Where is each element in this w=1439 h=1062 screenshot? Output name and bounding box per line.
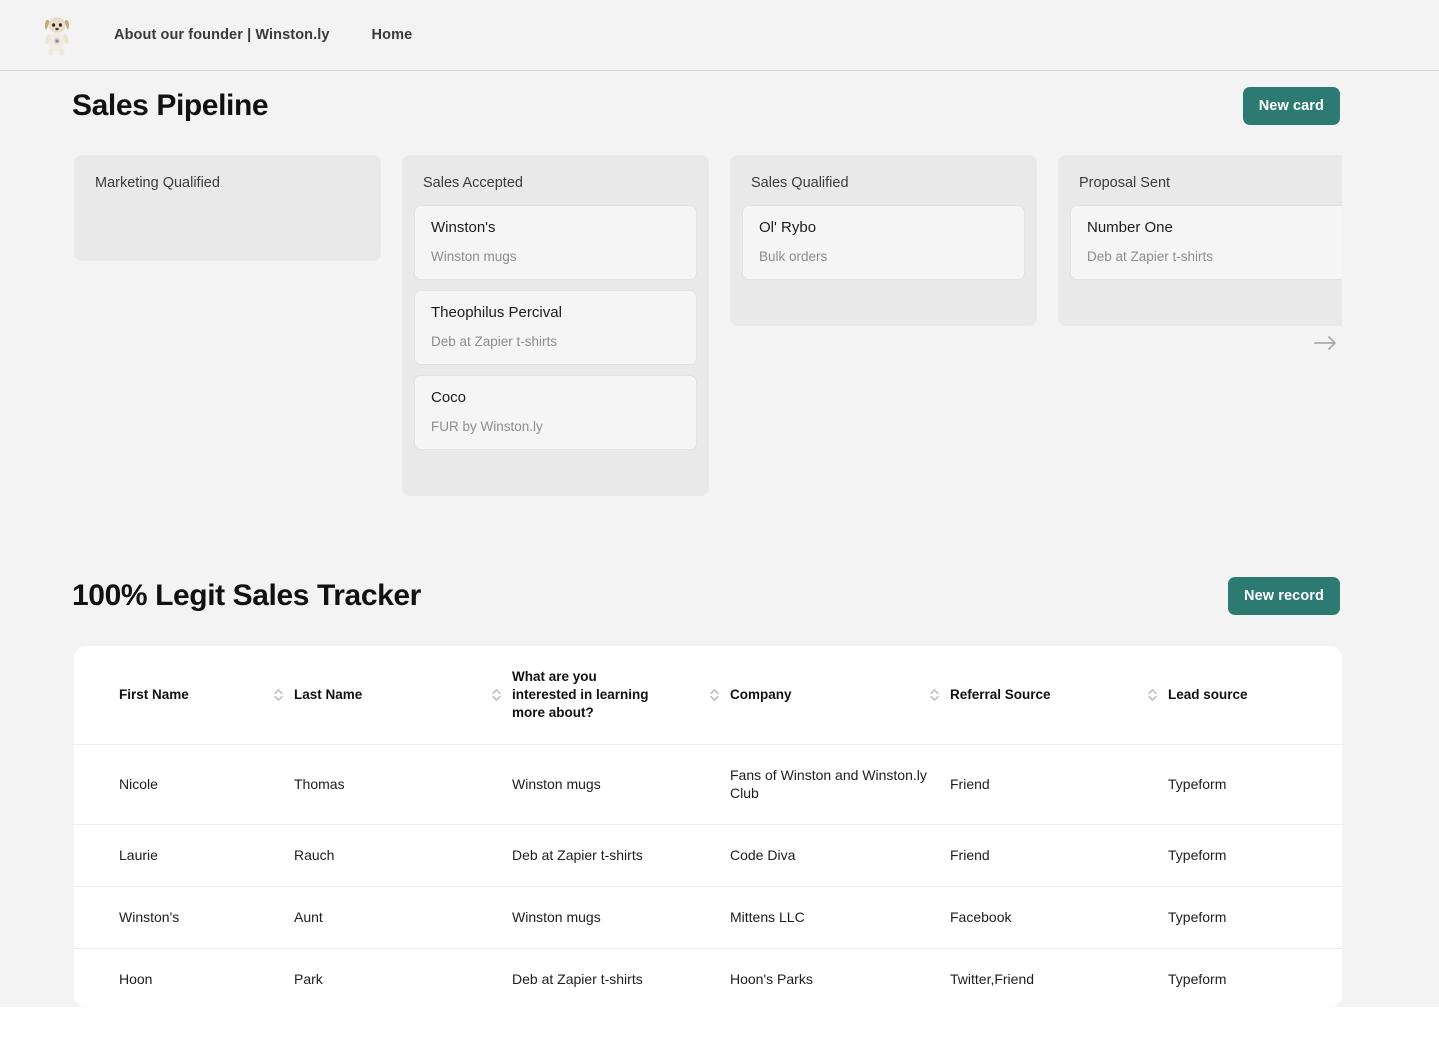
cell-last-name: Rauch — [294, 824, 512, 887]
column-header-label: What are you interested in learning more… — [512, 669, 649, 720]
pipeline-column-title: Proposal Sent — [1079, 175, 1171, 191]
column-header-label: Referral Source — [950, 686, 1051, 702]
column-header-label: Company — [730, 686, 792, 702]
table-row[interactable]: Laurie Rauch Deb at Zapier t-shirts Code… — [74, 824, 1342, 887]
pipeline-card[interactable]: Winston's Winston mugs — [414, 205, 697, 280]
pipeline-card-title: Winston's — [431, 219, 496, 236]
pipeline-card-title: Coco — [431, 389, 467, 406]
pipeline-column-dropzone[interactable] — [742, 290, 1025, 312]
pipeline-column-proposal-sent[interactable]: Proposal Sent Number One Deb at Zapier t… — [1058, 155, 1342, 326]
table-header: First Name Last Name What are you intere… — [74, 646, 1342, 744]
nav-link-home[interactable]: Home — [372, 27, 413, 43]
pipeline-column-sales-qualified[interactable]: Sales Qualified Ol' Rybo Bulk orders — [730, 155, 1037, 326]
dog-avatar-logo-icon[interactable] — [40, 11, 74, 59]
cell-company: Hoon's Parks — [730, 948, 950, 1007]
column-header-label: Lead source — [1168, 686, 1248, 702]
cell-lead-source: Typeform — [1168, 948, 1342, 1007]
new-card-button[interactable]: New card — [1242, 87, 1340, 125]
sales-tracker-table-card: First Name Last Name What are you intere… — [74, 646, 1342, 1007]
column-header-last-name[interactable]: Last Name — [294, 646, 512, 744]
cell-company: Fans of Winston and Winston.ly Club — [730, 743, 950, 825]
sales-pipeline-title: Sales Pipeline — [72, 89, 269, 122]
pipeline-column-dropzone[interactable] — [86, 205, 369, 247]
pipeline-card[interactable]: Ol' Rybo Bulk orders — [742, 205, 1025, 280]
table-row[interactable]: Nicole Thomas Winston mugs Fans of Winst… — [74, 743, 1342, 825]
sort-chevrons-icon[interactable] — [929, 687, 940, 703]
cell-interest: Winston mugs — [512, 886, 730, 949]
cell-company: Mittens LLC — [730, 886, 950, 949]
arrow-right-icon[interactable] — [1313, 333, 1339, 353]
cell-first-name: Laurie — [74, 824, 294, 887]
cell-lead-source: Typeform — [1168, 886, 1342, 949]
cell-referral-source: Facebook — [950, 886, 1168, 949]
column-header-lead-source[interactable]: Lead source — [1168, 646, 1342, 744]
pipeline-card[interactable]: Number One Deb at Zapier t-shirts — [1070, 205, 1342, 280]
cell-first-name: Winston's — [74, 886, 294, 949]
cell-referral-source: Friend — [950, 743, 1168, 825]
cell-last-name: Aunt — [294, 886, 512, 949]
pipeline-column-sales-accepted[interactable]: Sales Accepted Winston's Winston mugs Th… — [402, 155, 709, 496]
pipeline-card-subtitle: FUR by Winston.ly — [431, 419, 543, 434]
column-header-first-name[interactable]: First Name — [74, 646, 294, 744]
cell-interest: Deb at Zapier t-shirts — [512, 824, 730, 887]
cell-first-name: Nicole — [74, 743, 294, 825]
nav-link-about-our-founder[interactable]: About our founder | Winston.ly — [114, 27, 330, 43]
cell-lead-source: Typeform — [1168, 743, 1342, 825]
pipeline-card-title: Theophilus Percival — [431, 304, 562, 321]
cell-interest: Winston mugs — [512, 743, 730, 825]
column-header-referral-source[interactable]: Referral Source — [950, 646, 1168, 744]
new-record-button[interactable]: New record — [1228, 577, 1340, 615]
pipeline-column-marketing-qualified[interactable]: Marketing Qualified — [74, 155, 381, 261]
sales-pipeline-header: Sales Pipeline New card — [72, 87, 1340, 125]
pipeline-column-dropzone[interactable] — [1070, 290, 1342, 312]
cell-company: Code Diva — [730, 824, 950, 887]
table-row[interactable]: Winston's Aunt Winston mugs Mittens LLC … — [74, 886, 1342, 949]
dog-avatar-image — [44, 17, 70, 56]
sales-tracker-table: First Name Last Name What are you intere… — [74, 646, 1342, 1007]
pipeline-card-subtitle: Winston mugs — [431, 249, 517, 264]
pipeline-column-title: Marketing Qualified — [95, 175, 220, 191]
app-page: About our founder | Winston.ly Home Sale… — [0, 0, 1439, 1062]
pipeline-card-title: Number One — [1087, 219, 1173, 236]
column-header-label: First Name — [119, 686, 189, 702]
sort-chevrons-icon[interactable] — [491, 687, 502, 703]
sort-chevrons-icon[interactable] — [273, 687, 284, 703]
table-body: Nicole Thomas Winston mugs Fans of Winst… — [74, 743, 1342, 1007]
pipeline-card-subtitle: Deb at Zapier t-shirts — [431, 334, 558, 349]
column-header-company[interactable]: Company — [730, 646, 950, 744]
pipeline-card-subtitle: Deb at Zapier t-shirts — [1087, 249, 1214, 264]
cell-first-name: Hoon — [74, 948, 294, 1007]
top-navigation-bar: About our founder | Winston.ly Home — [0, 0, 1439, 71]
cell-last-name: Thomas — [294, 743, 512, 825]
pipeline-column-title: Sales Qualified — [751, 175, 849, 191]
sales-tracker-header: 100% Legit Sales Tracker New record — [72, 577, 1340, 615]
pipeline-column-dropzone[interactable] — [414, 460, 697, 482]
column-header-interest[interactable]: What are you interested in learning more… — [512, 646, 730, 744]
pipeline-card[interactable]: Coco FUR by Winston.ly — [414, 375, 697, 450]
sort-chevrons-icon[interactable] — [1147, 687, 1158, 703]
pipeline-board[interactable]: Marketing Qualified Sales Accepted Winst… — [74, 155, 1342, 520]
cell-lead-source: Typeform — [1168, 824, 1342, 887]
cell-last-name: Park — [294, 948, 512, 1007]
table-row[interactable]: Hoon Park Deb at Zapier t-shirts Hoon's … — [74, 948, 1342, 1007]
cell-referral-source: Twitter,Friend — [950, 948, 1168, 1007]
pipeline-card-title: Ol' Rybo — [759, 219, 817, 236]
cell-interest: Deb at Zapier t-shirts — [512, 948, 730, 1007]
pipeline-column-title: Sales Accepted — [423, 175, 523, 191]
column-header-label: Last Name — [294, 686, 363, 702]
sales-tracker-title: 100% Legit Sales Tracker — [72, 579, 421, 612]
pipeline-card[interactable]: Theophilus Percival Deb at Zapier t-shir… — [414, 290, 697, 365]
pipeline-card-subtitle: Bulk orders — [759, 249, 828, 264]
table-header-row: First Name Last Name What are you intere… — [74, 646, 1342, 744]
sort-chevrons-icon[interactable] — [709, 687, 720, 703]
cell-referral-source: Friend — [950, 824, 1168, 887]
